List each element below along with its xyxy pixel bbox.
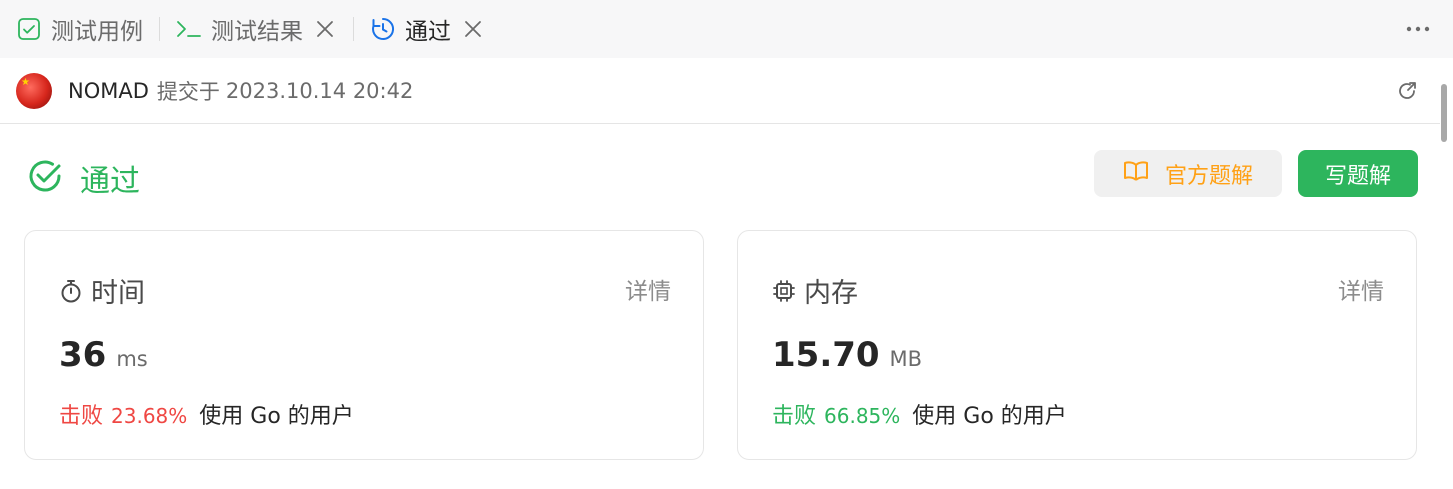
close-icon[interactable]: [461, 17, 485, 41]
tab-label: 测试结果: [211, 19, 303, 45]
runtime-details-link[interactable]: 详情: [625, 272, 671, 306]
stopwatch-icon: [59, 279, 83, 303]
memory-beats: 击败 66.85% 使用 Go 的用户: [772, 398, 1067, 430]
beats-percentage: 23.68%: [111, 404, 188, 428]
share-icon[interactable]: [1396, 80, 1418, 102]
tab-label: 测试用例: [51, 19, 143, 45]
tab-bar: 测试用例 测试结果 通过: [0, 0, 1453, 58]
memory-metric: 15.70 MB: [772, 335, 922, 375]
runtime-card: 时间 详情 36 ms 击败 23.68% 使用 Go 的用户: [24, 230, 704, 460]
memory-unit: MB: [889, 347, 923, 371]
tab-test-result[interactable]: 测试结果: [160, 0, 337, 58]
username[interactable]: NOMAD: [68, 79, 149, 103]
memory-details-link[interactable]: 详情: [1338, 272, 1384, 306]
tab-testcases[interactable]: 测试用例: [0, 0, 143, 58]
official-solution-button[interactable]: 官方题解: [1094, 150, 1282, 197]
card-title: 时间: [59, 271, 145, 310]
beats-suffix: 使用 Go 的用户: [199, 404, 354, 429]
terminal-icon: [176, 16, 202, 42]
runtime-title: 时间: [91, 278, 145, 309]
submitted-at-label: 提交于: [156, 79, 220, 104]
checkbox-icon: [16, 16, 42, 42]
write-solution-button[interactable]: 写题解: [1298, 150, 1418, 197]
runtime-beats: 击败 23.68% 使用 Go 的用户: [59, 398, 354, 430]
avatar[interactable]: ★: [16, 72, 52, 109]
tab-label: 通过: [405, 19, 451, 45]
official-solution-label: 官方题解: [1164, 163, 1253, 189]
beats-label: 击败: [772, 404, 817, 429]
status-label: 通过: [80, 164, 140, 199]
status-row: 通过: [26, 156, 140, 200]
card-title: 内存: [772, 271, 858, 310]
tab-accepted[interactable]: 通过: [354, 0, 485, 58]
history-icon: [370, 16, 396, 42]
star-icon: ★: [21, 76, 30, 88]
memory-card: 内存 详情 15.70 MB 击败 66.85% 使用 Go 的用户: [737, 230, 1417, 460]
scrollbar[interactable]: [1441, 84, 1447, 142]
more-icon[interactable]: [1405, 16, 1431, 42]
check-circle-icon: [26, 157, 64, 199]
chip-icon: [772, 279, 796, 303]
runtime-metric: 36 ms: [59, 335, 148, 375]
memory-value: 15.70: [772, 335, 880, 375]
beats-label: 击败: [59, 404, 104, 429]
write-solution-label: 写题解: [1324, 163, 1391, 189]
memory-title: 内存: [804, 278, 858, 309]
book-icon: [1123, 160, 1149, 188]
submission-time: 2023.10.14 20:42: [225, 78, 414, 103]
submission-header: ★ NOMAD 提交于 2023.10.14 20:42: [0, 58, 1440, 124]
beats-suffix: 使用 Go 的用户: [912, 404, 1067, 429]
close-icon[interactable]: [313, 17, 337, 41]
runtime-unit: ms: [116, 347, 148, 371]
runtime-value: 36: [59, 335, 107, 375]
beats-percentage: 66.85%: [824, 404, 901, 428]
